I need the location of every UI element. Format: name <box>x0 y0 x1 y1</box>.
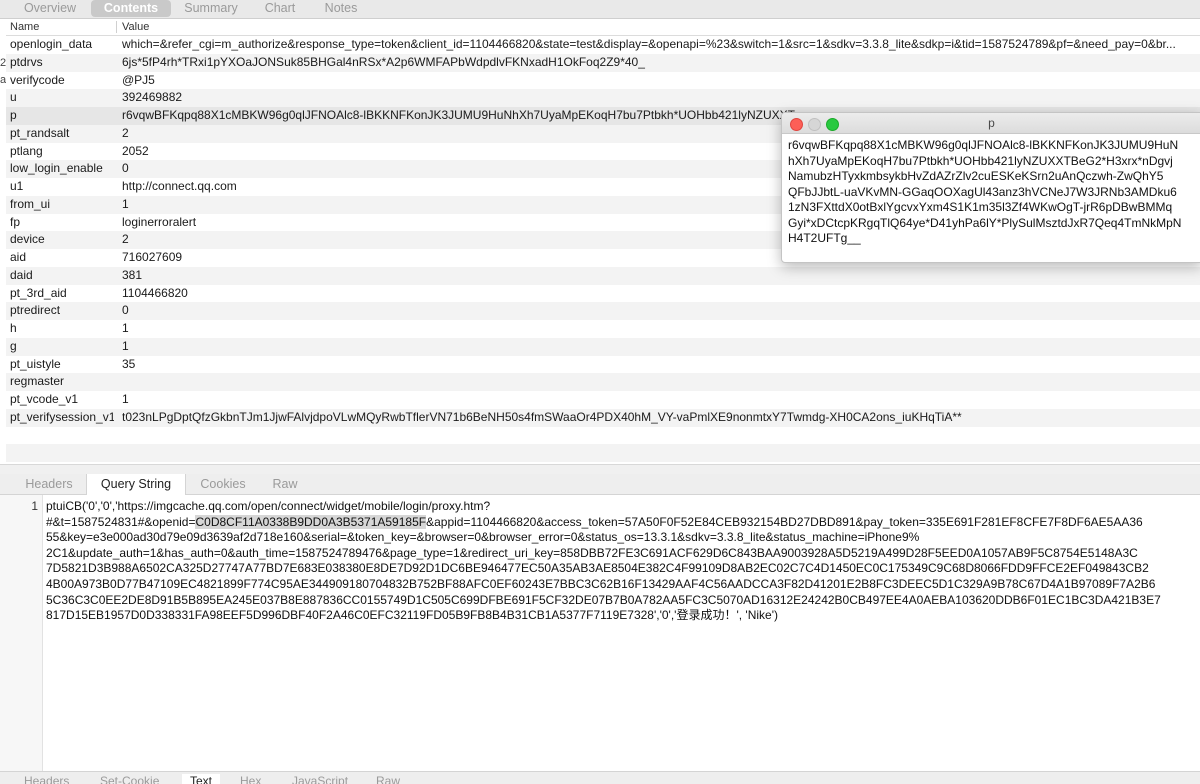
row-value: 1104466820 <box>122 285 188 300</box>
row-name: fp <box>10 214 21 229</box>
popup-text-line: r6vqwBFKqpq88X1cMBKW96g0qlJFNOAlc8-lBKKN… <box>788 138 1179 152</box>
line-number-gutter: 1 <box>0 495 43 771</box>
table-row[interactable]: u 392469882 <box>6 89 1200 107</box>
popup-text-line: NamubzHTyxkmbsykbHvZdAZrZlv2cuESKeKSrn2u… <box>788 169 1164 183</box>
row-name: daid <box>10 267 33 282</box>
row-name: p <box>10 108 17 122</box>
line-number: 1 <box>31 499 38 513</box>
code-segment: &appid=1104466820&access_token=57A50F0F5… <box>426 514 1143 529</box>
tab-notes[interactable]: Notes <box>313 0 369 17</box>
row-name: pt_uistyle <box>10 356 61 371</box>
table-row[interactable]: pt_verifysession_v1 t023nLPgDptQfzGkbnTJm… <box>6 408 1200 427</box>
table-row-empty <box>6 427 1200 445</box>
row-value: 1 <box>122 392 129 406</box>
row-value: @PJ5 <box>122 72 155 87</box>
row-name: h <box>10 321 17 335</box>
table-header: Name Value <box>6 19 1200 36</box>
popup-text-line: Gyi*xDCtcpKRgqTlQ64ye*D41yhPa6lY*PlySulM… <box>788 215 1182 230</box>
column-header-name[interactable]: Name <box>10 19 39 35</box>
row-value: 381 <box>122 267 143 282</box>
tab-cookies[interactable]: Cookies <box>188 474 258 494</box>
tab-headers[interactable]: Headers <box>14 474 84 494</box>
popup-content[interactable]: r6vqwBFKqpq88X1cMBKW96g0qlJFNOAlc8-lBKKN… <box>782 134 1200 247</box>
row-name: pt_verifysession_v1 <box>10 409 114 424</box>
table-row[interactable]: verifycode @PJ5 <box>6 72 1200 90</box>
row-value: 392469882 <box>122 90 183 105</box>
row-value: 35 <box>122 356 136 371</box>
table-row-empty <box>6 444 1200 462</box>
row-value: 6js*5fP4rh*TRxi1pYXOaJONSuk85BHGal4nRSx*… <box>122 54 645 69</box>
table-row[interactable]: pt_3rd_aid 1104466820 <box>6 285 1200 303</box>
code-line: 2C1&update_auth=1&has_auth=0&auth_time=1… <box>46 545 1138 560</box>
row-name: ptlang <box>10 143 43 158</box>
row-value: 1 <box>122 321 129 335</box>
tab-contents[interactable]: Contents <box>91 0 171 17</box>
popup-text-line: 1zN3FXttdX0otBxlYgcvxYxm4S1K1m35l3Zf4WKw… <box>788 200 1173 214</box>
popup-titlebar[interactable]: p <box>782 113 1200 134</box>
table-row[interactable]: g1 <box>6 337 1200 356</box>
row-name: ptdrvs <box>10 54 43 69</box>
row-name: u1 <box>10 179 24 193</box>
row-name: device <box>10 232 45 247</box>
row-name: from_ui <box>10 196 51 211</box>
table-row[interactable]: pt_uistyle 35 <box>6 356 1200 374</box>
row-name: low_login_enable <box>10 161 103 176</box>
row-value: 0 <box>122 303 129 318</box>
row-name: regmaster <box>10 374 65 389</box>
table-row[interactable]: daid 381 <box>6 266 1200 285</box>
row-name: pt_randsalt <box>10 125 70 140</box>
column-header-value[interactable]: Value <box>122 19 149 35</box>
table-row[interactable]: ptdrvs 6js*5fP4rh*TRxi1pYXOaJONSuk85BHGal… <box>6 53 1200 72</box>
response-tab-bar: Headers Set-Cookie Text Hex JavaScript R… <box>0 771 1200 784</box>
tab-query-string[interactable]: Query String <box>86 474 186 495</box>
response-text-view[interactable]: 1 ptuiCB('0','0','https://imgcache.qq.co… <box>0 495 1200 771</box>
value-popup-window[interactable]: p r6vqwBFKqpq88X1cMBKW96g0qlJFNOAlc8-lBK… <box>781 112 1200 263</box>
highlighted-openid[interactable]: C0D8CF11A0338B9DD0A3B5371A59185F <box>195 514 427 529</box>
row-value: which=&refer_cgi=m_authorize&response_ty… <box>122 37 1176 51</box>
row-name: pt_vcode_v1 <box>10 392 79 406</box>
tab-chart[interactable]: Chart <box>252 0 308 17</box>
code-line: 4B00A973B0D77B47109EC4821899F774C95AE344… <box>46 576 1156 591</box>
code-line: 55&key=e3e000ad30d79e09d3639af2d718e160&… <box>46 530 920 545</box>
column-divider[interactable] <box>116 21 117 33</box>
table-row[interactable]: openlogin_data which=&refer_cgi=m_authori… <box>6 36 1200 54</box>
code-lines: 55&key=e3e000ad30d79e09d3639af2d718e160&… <box>46 530 1192 624</box>
code-line: 5C36C3C0EE2DE8D91B5B895EA245E037B8E88783… <box>46 592 1161 607</box>
code-line: #&t=1587524831#&openid=C0D8CF11A0338B9DD… <box>46 514 1192 531</box>
tab-overview[interactable]: Overview <box>12 0 88 17</box>
row-value: 1 <box>122 338 129 353</box>
popup-text-line: hXh7UyaMpEKoqH7bu7Ptbkh*UOHbb421lyNZUXXT… <box>788 153 1173 168</box>
row-name: verifycode <box>10 72 65 87</box>
response-body[interactable]: ptuiCB('0','0','https://imgcache.qq.com/… <box>46 499 1192 624</box>
table-row[interactable]: pt_vcode_v1 1 <box>6 391 1200 409</box>
table-row[interactable]: ptredirect 0 <box>6 302 1200 320</box>
popup-title: p <box>988 116 995 130</box>
code-segment: #&t=1587524831#&openid= <box>46 514 196 529</box>
code-line: 7D5821D3B988A6502CA325D27747A77BD7E683E0… <box>46 561 1149 576</box>
top-tab-bar: Overview Contents Summary Chart Notes <box>0 0 1200 19</box>
table-row[interactable]: regmaster <box>6 373 1200 391</box>
code-line: 817D15EB1957D0D338331FA98EEF5D996DBF40F2… <box>46 608 779 623</box>
pane-divider[interactable] <box>0 464 1200 474</box>
row-name: g <box>10 338 17 353</box>
row-value: t023nLPgDptQfzGkbnTJm1JjwFAlvjdpoVLwMQyR… <box>122 409 962 424</box>
row-name: ptredirect <box>10 303 61 318</box>
popup-text-line: QFbJJbtL-uaVKvMN-GGaqOOXagUl43anz3hVCNeJ… <box>788 184 1177 199</box>
row-name: pt_3rd_aid <box>10 285 67 300</box>
tab-raw[interactable]: Raw <box>262 474 308 494</box>
code-line: ptuiCB('0','0','https://imgcache.qq.com/… <box>46 499 491 513</box>
popup-text-line: H4T2UFTg__ <box>788 231 861 245</box>
request-tab-bar: Headers Query String Cookies Raw <box>0 474 1200 495</box>
table-row[interactable]: h1 <box>6 320 1200 338</box>
row-name: aid <box>10 250 27 264</box>
row-name: u <box>10 90 17 105</box>
tab-summary[interactable]: Summary <box>173 0 249 17</box>
row-name: openlogin_data <box>10 37 93 51</box>
